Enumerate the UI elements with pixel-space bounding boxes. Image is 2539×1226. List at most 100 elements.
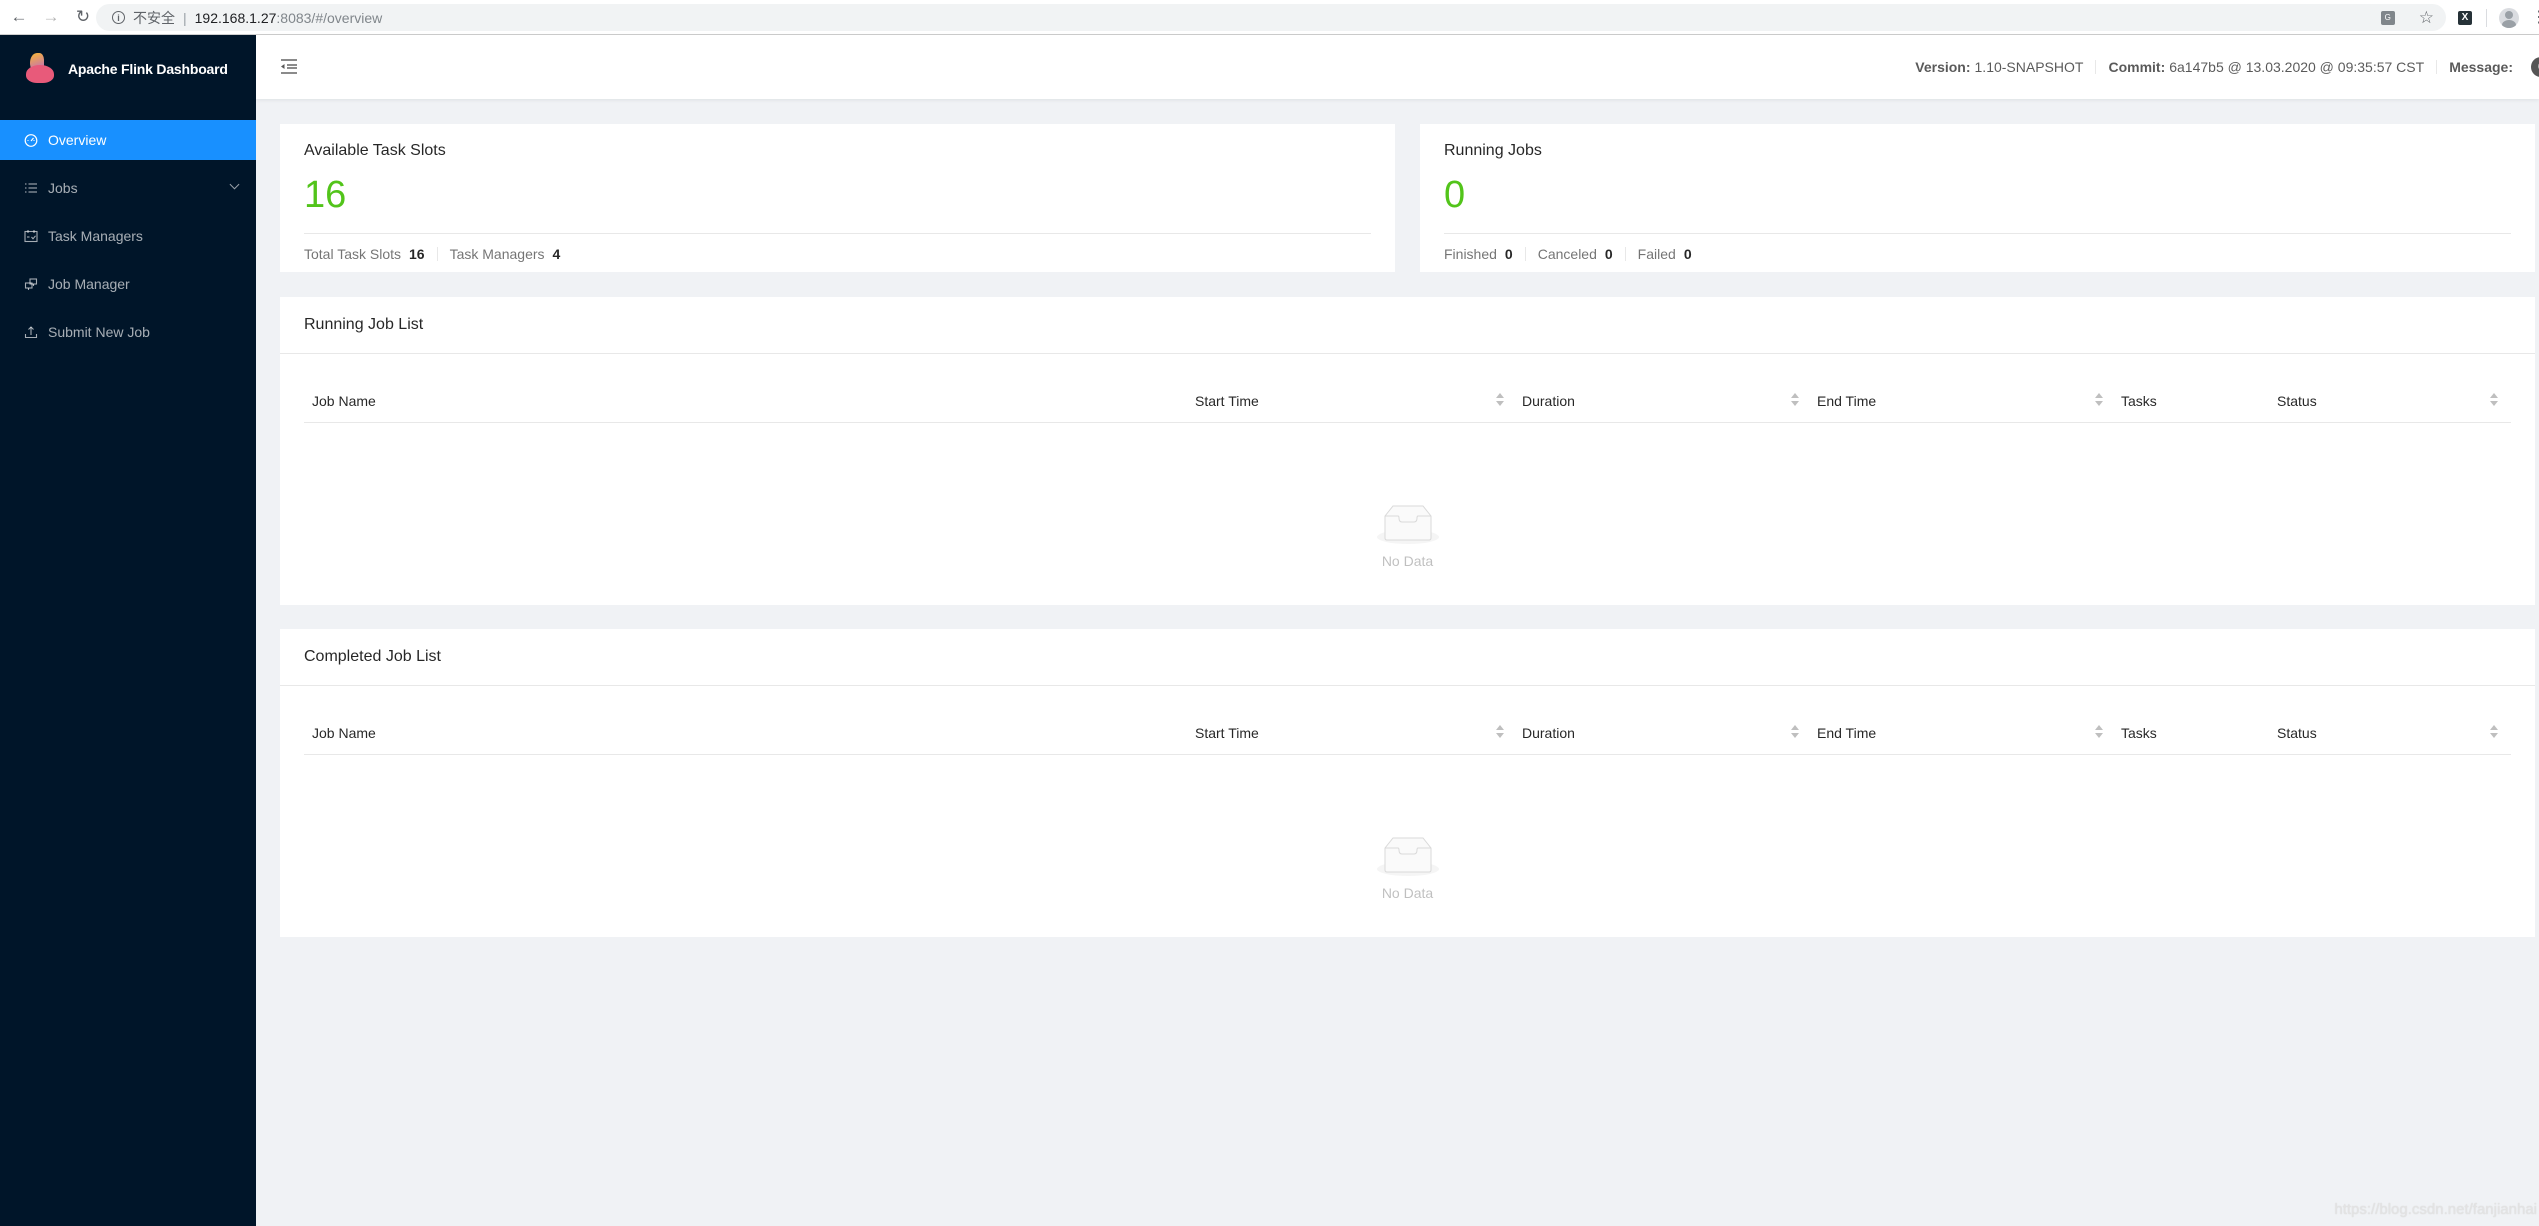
sort-icon[interactable] [2490, 725, 2498, 739]
divider [304, 233, 1371, 234]
build-info: Version: 1.10-SNAPSHOT Commit: 6a147b5 @… [1915, 35, 2539, 99]
card-footer: Total Task Slots 16 Task Managers 4 [304, 246, 560, 262]
divider [2436, 60, 2438, 74]
card-title: Available Task Slots [304, 142, 446, 159]
address-bar[interactable]: i 不安全 | 192.168.1.27:8083/#/overview G ☆ [96, 4, 2446, 31]
upload-icon [24, 325, 38, 339]
running-jobs-card: Running Jobs 0 Finished 0 Canceled 0 Fai… [1420, 124, 2535, 272]
translate-icon[interactable]: G [2380, 10, 2395, 25]
security-label[interactable]: 不安全 [133, 8, 175, 28]
url-separator: | [183, 9, 187, 26]
sidebar-item-label: Task Managers [48, 228, 143, 244]
failed-value: 0 [1683, 246, 1692, 262]
divider [436, 247, 438, 261]
chevron-down-icon [229, 179, 240, 190]
sort-icon[interactable] [1496, 393, 1504, 407]
flink-squirrel-icon [24, 53, 56, 85]
task-slots-card: Available Task Slots 16 Total Task Slots… [280, 124, 1395, 272]
card-title: Running Jobs [1444, 142, 1542, 159]
sidebar-item-job-manager[interactable]: Job Manager [0, 264, 256, 304]
sort-icon[interactable] [1496, 725, 1504, 739]
sidebar-item-task-managers[interactable]: Task Managers [0, 216, 256, 256]
completed-job-list-card: Completed Job List Job Name Start Time D… [280, 629, 2535, 937]
sidebar-item-label: Job Manager [48, 276, 130, 292]
column-header-duration[interactable]: Duration [1522, 710, 1575, 755]
total-slots-label: Total Task Slots [304, 246, 402, 262]
sidebar-item-submit-new-job[interactable]: Submit New Job [0, 312, 256, 352]
column-header-duration[interactable]: Duration [1522, 378, 1575, 423]
column-header-tasks: Tasks [2121, 724, 2157, 741]
sidebar-item-label: Overview [48, 132, 107, 148]
column-header-status[interactable]: Status [2277, 378, 2317, 423]
sidebar-item-overview[interactable]: Overview [0, 120, 256, 160]
commit-value: 6a147b5 @ 13.03.2020 @ 09:35:57 CST [2169, 59, 2425, 75]
task-managers-label: Task Managers [449, 246, 545, 262]
column-header-start-time[interactable]: Start Time [1195, 378, 1259, 423]
reload-button[interactable]: ↻ [70, 4, 96, 30]
sort-icon[interactable] [2095, 725, 2103, 739]
total-slots-value: 16 [409, 246, 425, 262]
empty-inbox-icon [1376, 504, 1440, 545]
forward-button[interactable]: → [38, 4, 64, 30]
divider [1624, 247, 1626, 261]
browser-toolbar: ← → ↻ i 不安全 | 192.168.1.27:8083/#/overvi… [0, 0, 2539, 35]
message-count-badge[interactable]: 0 [2531, 57, 2539, 77]
failed-label: Failed [1637, 246, 1676, 262]
sort-icon[interactable] [2095, 393, 2103, 407]
column-header-status[interactable]: Status [2277, 710, 2317, 755]
divider [2095, 60, 2097, 74]
card-title: Completed Job List [280, 629, 2535, 686]
column-header-job-name[interactable]: Job Name [312, 378, 376, 423]
empty-text: No Data [1381, 885, 1434, 901]
running-jobs-value: 0 [1444, 174, 1466, 216]
sidebar: Apache Flink Dashboard Overview Jobs Tas… [0, 35, 256, 1226]
column-header-end-time[interactable]: End Time [1817, 378, 1876, 423]
column-header-start-time[interactable]: Start Time [1195, 710, 1259, 755]
sort-icon[interactable] [2490, 393, 2498, 407]
sort-icon[interactable] [1791, 725, 1799, 739]
card-title: Running Job List [280, 297, 2535, 354]
dashboard-icon [24, 133, 38, 147]
watermark: https://blog.csdn.net/fanjianhai [2334, 1201, 2537, 1218]
bookmark-star-icon[interactable]: ☆ [2419, 8, 2434, 28]
sidebar-item-jobs[interactable]: Jobs [0, 168, 256, 208]
canceled-value: 0 [1604, 246, 1613, 262]
table-header: Job Name Start Time Duration End Time Ta… [304, 710, 2511, 755]
schedule-icon [24, 229, 38, 243]
browser-menu-icon[interactable]: ⋮ [2531, 9, 2539, 25]
card-footer: Finished 0 Canceled 0 Failed 0 [1444, 246, 1692, 262]
list-icon [24, 181, 38, 195]
sidebar-menu: Overview Jobs Task Managers Job Manager [0, 120, 256, 352]
finished-label: Finished [1444, 246, 1497, 262]
back-button[interactable]: ← [6, 4, 32, 30]
app-title: Apache Flink Dashboard [68, 61, 228, 77]
column-header-tasks: Tasks [2121, 392, 2157, 409]
menu-fold-icon[interactable] [280, 57, 298, 75]
cluster-icon [24, 277, 38, 291]
info-icon[interactable]: i [112, 11, 125, 24]
version-value: 1.10-SNAPSHOT [1974, 59, 2084, 75]
empty-text: No Data [1381, 553, 1434, 569]
sort-icon[interactable] [1791, 393, 1799, 407]
url-path: :8083/#/overview [276, 9, 383, 26]
logo[interactable]: Apache Flink Dashboard [0, 35, 256, 103]
commit-label: Commit: [2108, 59, 2166, 75]
running-jobs-table: Job Name Start Time Duration End Time Ta… [304, 378, 2511, 569]
canceled-label: Canceled [1537, 246, 1597, 262]
empty-inbox-icon [1376, 836, 1440, 877]
task-managers-value: 4 [552, 246, 561, 262]
sidebar-item-label: Jobs [48, 180, 78, 196]
message-label: Message: [2449, 59, 2513, 75]
table-header: Job Name Start Time Duration End Time Ta… [304, 378, 2511, 423]
column-header-job-name[interactable]: Job Name [312, 710, 376, 755]
sidebar-item-label: Submit New Job [48, 324, 150, 340]
running-job-list-card: Running Job List Job Name Start Time Dur… [280, 297, 2535, 605]
divider [1444, 233, 2511, 234]
empty-state: No Data [304, 504, 2511, 569]
finished-value: 0 [1504, 246, 1513, 262]
profile-avatar-icon[interactable] [2499, 7, 2519, 28]
extension-icon[interactable]: X [2458, 10, 2472, 25]
completed-jobs-table: Job Name Start Time Duration End Time Ta… [304, 710, 2511, 901]
toolbar-divider [2486, 8, 2487, 27]
column-header-end-time[interactable]: End Time [1817, 710, 1876, 755]
